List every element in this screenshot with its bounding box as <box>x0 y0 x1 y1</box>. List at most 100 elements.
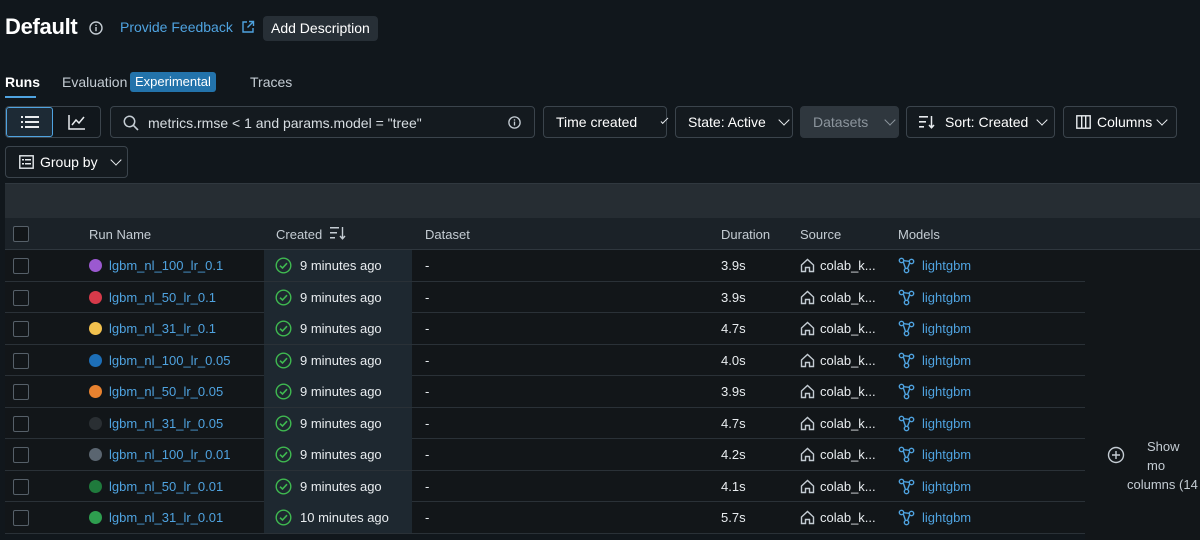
row-checkbox[interactable] <box>13 384 29 400</box>
list-view-button[interactable] <box>6 107 54 137</box>
source-link[interactable]: colab_k... <box>820 510 876 525</box>
page-header: Default Provide Feedback Add Description <box>0 0 1200 60</box>
model-link[interactable]: lightgbm <box>922 384 971 399</box>
model-link[interactable]: lightgbm <box>922 510 971 525</box>
run-name-link[interactable]: lgbm_nl_50_lr_0.05 <box>109 384 223 399</box>
run-name-link[interactable]: lgbm_nl_31_lr_0.1 <box>109 321 216 336</box>
columns-dropdown[interactable]: Columns <box>1063 106 1177 138</box>
add-description-button[interactable]: Add Description <box>263 16 378 41</box>
duration-value: 3.9s <box>721 384 746 399</box>
model-link[interactable]: lightgbm <box>922 479 971 494</box>
table-row[interactable]: lgbm_nl_31_lr_0.1 9 minutes ago - 4.7s colab… <box>5 313 1085 345</box>
provide-feedback-link[interactable]: Provide Feedback <box>120 19 255 35</box>
time-created-dropdown[interactable]: Time created <box>543 106 669 138</box>
run-color-dot[interactable] <box>89 448 102 461</box>
column-header-models[interactable]: Models <box>898 227 940 242</box>
search-query-text: metrics.rmse < 1 and params.model = "tre… <box>148 115 422 131</box>
table-row[interactable]: lgbm_nl_100_lr_0.1 9 minutes ago - 3.9s cola… <box>5 250 1085 282</box>
source-link[interactable]: colab_k... <box>820 290 876 305</box>
run-color-dot[interactable] <box>89 479 102 493</box>
model-link[interactable]: lightgbm <box>922 290 971 305</box>
column-header-created[interactable]: Created <box>276 227 322 242</box>
check-circle-icon <box>275 383 292 400</box>
page-title: Default <box>5 14 78 39</box>
group-by-label: Group by <box>40 154 98 170</box>
dataset-value: - <box>425 321 430 336</box>
table-row[interactable]: lgbm_nl_100_lr_0.01 9 minutes ago - 4.2s col… <box>5 439 1085 471</box>
tab-runs[interactable]: Runs <box>5 74 40 90</box>
chevron-down-icon <box>109 154 122 166</box>
model-link[interactable]: lightgbm <box>922 353 971 368</box>
source-link[interactable]: colab_k... <box>820 353 876 368</box>
run-color-dot[interactable] <box>89 416 102 430</box>
column-header-dataset[interactable]: Dataset <box>425 227 470 242</box>
model-link[interactable]: lightgbm <box>922 321 971 336</box>
row-checkbox[interactable] <box>13 447 29 463</box>
sort-icon <box>919 116 935 129</box>
model-link[interactable]: lightgbm <box>922 447 971 462</box>
table-row[interactable]: lgbm_nl_100_lr_0.05 9 minutes ago - 4.0s col… <box>5 344 1085 376</box>
run-color-dot[interactable] <box>89 353 102 367</box>
row-checkbox[interactable] <box>13 510 29 526</box>
source-link[interactable]: colab_k... <box>820 416 876 431</box>
model-link[interactable]: lightgbm <box>922 258 971 273</box>
notebook-icon <box>800 416 815 430</box>
row-checkbox[interactable] <box>13 289 29 306</box>
table-row[interactable]: lgbm_nl_50_lr_0.05 9 minutes ago - 3.9s cola… <box>5 376 1085 408</box>
group-by-dropdown[interactable]: Group by <box>5 146 128 178</box>
source-link[interactable]: colab_k... <box>820 384 876 399</box>
tab-evaluation[interactable]: Evaluation <box>62 74 127 90</box>
source-link[interactable]: colab_k... <box>820 258 876 273</box>
run-name-link[interactable]: lgbm_nl_100_lr_0.1 <box>109 258 223 273</box>
model-link[interactable]: lightgbm <box>922 416 971 431</box>
run-color-dot[interactable] <box>89 385 102 398</box>
run-color-dot[interactable] <box>89 290 102 304</box>
info-icon[interactable] <box>88 20 104 36</box>
run-name-link[interactable]: lgbm_nl_50_lr_0.01 <box>109 479 223 494</box>
source-link[interactable]: colab_k... <box>820 479 876 494</box>
select-all-checkbox[interactable] <box>13 226 29 242</box>
row-checkbox[interactable] <box>13 258 29 274</box>
experimental-badge: Experimental <box>130 72 216 92</box>
created-time: 9 minutes ago <box>300 384 382 399</box>
row-checkbox[interactable] <box>13 321 29 337</box>
line-chart-icon <box>67 115 85 130</box>
source-link[interactable]: colab_k... <box>820 447 876 462</box>
table-row[interactable]: lgbm_nl_31_lr_0.05 9 minutes ago - 4.7s cola… <box>5 407 1085 439</box>
sort-icon[interactable] <box>330 226 346 240</box>
run-name-link[interactable]: lgbm_nl_100_lr_0.05 <box>109 353 230 368</box>
column-header-duration[interactable]: Duration <box>721 227 770 242</box>
run-name-link[interactable]: lgbm_nl_31_lr_0.01 <box>109 510 223 525</box>
run-name-link[interactable]: lgbm_nl_31_lr_0.05 <box>109 416 223 431</box>
row-checkbox[interactable] <box>13 352 29 369</box>
search-filter-input[interactable]: metrics.rmse < 1 and params.model = "tre… <box>110 106 535 138</box>
check-circle-icon <box>275 288 292 306</box>
run-color-dot[interactable] <box>89 511 102 524</box>
table-row[interactable]: lgbm_nl_50_lr_0.1 9 minutes ago - 3.9s colab… <box>5 281 1085 313</box>
check-circle-icon <box>275 477 292 495</box>
table-row[interactable]: lgbm_nl_50_lr_0.01 9 minutes ago - 4.1s cola… <box>5 470 1085 502</box>
run-color-dot[interactable] <box>89 322 102 335</box>
dataset-value: - <box>425 510 430 525</box>
view-mode-toggle <box>5 106 101 138</box>
row-checkbox[interactable] <box>13 415 29 432</box>
source-link[interactable]: colab_k... <box>820 321 876 336</box>
tab-traces[interactable]: Traces <box>250 74 292 90</box>
duration-value: 4.7s <box>721 321 746 336</box>
chart-view-button[interactable] <box>53 107 100 137</box>
sort-dropdown[interactable]: Sort: Created <box>906 106 1055 138</box>
column-header-source[interactable]: Source <box>800 227 841 242</box>
show-more-columns[interactable]: Show mo columns (14 <box>1107 437 1200 494</box>
info-icon[interactable] <box>507 115 522 130</box>
state-filter-dropdown[interactable]: State: Active <box>675 106 793 138</box>
show-more-line-1: Show mo <box>1147 439 1180 473</box>
run-name-link[interactable]: lgbm_nl_50_lr_0.1 <box>109 290 216 305</box>
column-header-run-name[interactable]: Run Name <box>89 227 151 242</box>
chevron-down-icon <box>884 114 896 126</box>
table-row[interactable]: lgbm_nl_31_lr_0.01 10 minutes ago - 5.7s col… <box>5 502 1085 534</box>
model-icon <box>898 509 915 526</box>
run-color-dot[interactable] <box>89 259 102 272</box>
dataset-value: - <box>425 447 430 462</box>
row-checkbox[interactable] <box>13 478 29 495</box>
run-name-link[interactable]: lgbm_nl_100_lr_0.01 <box>109 447 230 462</box>
